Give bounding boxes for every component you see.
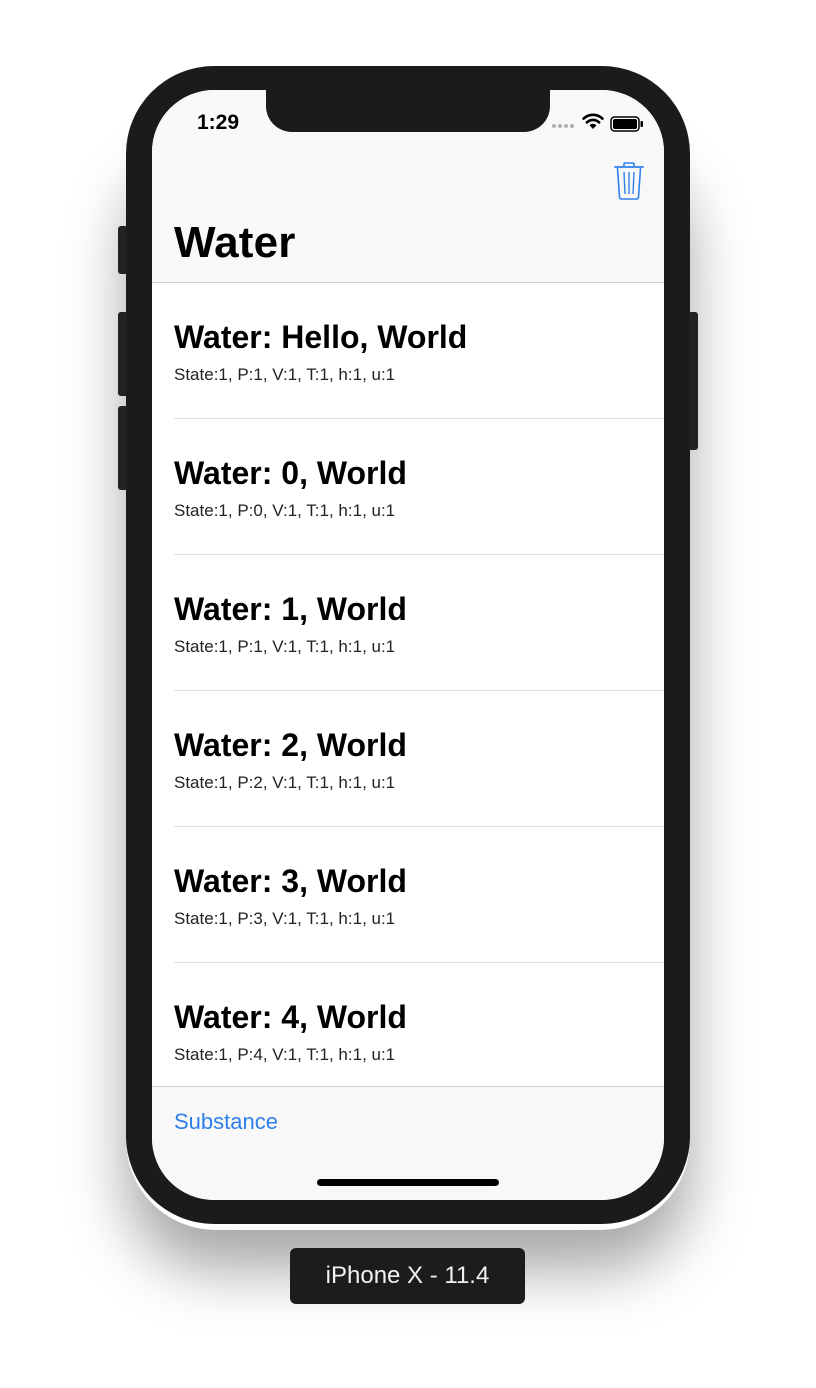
substance-list: Water: Hello, World State:1, P:1, V:1, T… <box>152 283 664 1086</box>
wifi-icon <box>582 113 604 129</box>
list-item[interactable]: Water: 3, World State:1, P:3, V:1, T:1, … <box>152 827 664 963</box>
list-item-subtitle: State:1, P:1, V:1, T:1, h:1, u:1 <box>174 637 396 656</box>
list-item[interactable]: Water: 0, World State:1, P:0, V:1, T:1, … <box>152 419 664 555</box>
notch <box>266 90 550 132</box>
simulator-stage: 1:29 Water Water: Hello, World State:1, … <box>0 0 816 1388</box>
device-screen: 1:29 Water Water: Hello, World State:1, … <box>152 90 664 1200</box>
list-item[interactable]: Water: Hello, World State:1, P:1, V:1, T… <box>152 283 664 419</box>
page-title: Water <box>174 218 296 267</box>
list-item[interactable]: Water: 1, World State:1, P:1, V:1, T:1, … <box>152 555 664 691</box>
list-item-title: Water: 2, World <box>174 727 407 763</box>
list-item-title: Water: 4, World <box>174 999 407 1035</box>
list-item[interactable]: Water: 4, World State:1, P:4, V:1, T:1, … <box>152 963 664 1086</box>
list-item[interactable]: Water: 2, World State:1, P:2, V:1, T:1, … <box>152 691 664 827</box>
bottom-toolbar: Substance <box>152 1086 664 1200</box>
list-item-title: Water: Hello, World <box>174 319 468 355</box>
list-item-subtitle: State:1, P:1, V:1, T:1, h:1, u:1 <box>174 365 396 384</box>
battery-icon <box>610 116 643 132</box>
device-label: iPhone X - 11.4 <box>290 1248 525 1304</box>
list-item-subtitle: State:1, P:2, V:1, T:1, h:1, u:1 <box>174 773 396 792</box>
status-icons <box>552 112 648 134</box>
list-item-title: Water: 1, World <box>174 591 407 627</box>
signal-icon <box>552 124 574 128</box>
list-item-title: Water: 0, World <box>174 455 407 491</box>
status-time: 1:29 <box>197 111 240 134</box>
list-item-subtitle: State:1, P:0, V:1, T:1, h:1, u:1 <box>174 501 396 520</box>
substance-button[interactable]: Substance <box>174 1109 278 1135</box>
list-item-subtitle: State:1, P:4, V:1, T:1, h:1, u:1 <box>174 1045 396 1064</box>
list-item-subtitle: State:1, P:3, V:1, T:1, h:1, u:1 <box>174 909 396 928</box>
trash-icon[interactable] <box>614 162 644 200</box>
list-item-title: Water: 3, World <box>174 863 407 899</box>
home-indicator[interactable] <box>317 1179 499 1186</box>
